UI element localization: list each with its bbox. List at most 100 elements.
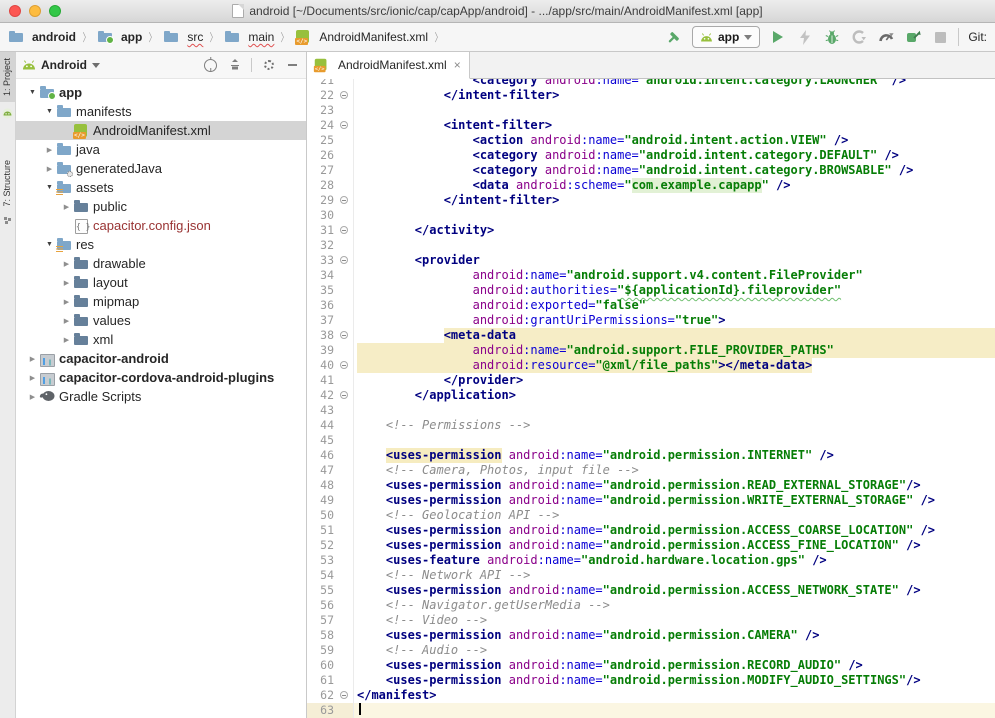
code-line-31[interactable]: 31 </activity>: [307, 223, 995, 238]
tree-toggle-icon[interactable]: ▶: [60, 260, 73, 268]
breadcrumb-item-android[interactable]: android: [6, 28, 78, 46]
tool-tab-structure[interactable]: 7: Structure: [0, 154, 15, 213]
tree-item-assets[interactable]: ▼assets: [16, 178, 306, 197]
tree-item-drawable[interactable]: ▶drawable: [16, 254, 306, 273]
fold-marker-icon[interactable]: [340, 256, 348, 264]
code-line-34[interactable]: 34 android:name="android.support.v4.cont…: [307, 268, 995, 283]
breadcrumb-item-androidmanifest-xml[interactable]: AndroidManifest.xml: [293, 28, 430, 46]
code-line-54[interactable]: 54 <!-- Network API -->: [307, 568, 995, 583]
code-line-39[interactable]: 39 android:name="android.support.FILE_PR…: [307, 343, 995, 358]
code-line-62[interactable]: 62</manifest>: [307, 688, 995, 703]
build-hammer-icon[interactable]: [665, 28, 683, 46]
code-line-21[interactable]: 21 <category android:name="android.inten…: [307, 79, 995, 88]
tree-toggle-icon[interactable]: ▼: [43, 184, 56, 191]
fold-marker-icon[interactable]: [340, 691, 348, 699]
tree-item-res[interactable]: ▼res: [16, 235, 306, 254]
tree-item-manifests[interactable]: ▼manifests: [16, 102, 306, 121]
tree-item-app[interactable]: ▼app: [16, 83, 306, 102]
tool-tab-project[interactable]: 1: Project: [0, 52, 15, 102]
code-line-35[interactable]: 35 android:authorities="${applicationId}…: [307, 283, 995, 298]
code-line-51[interactable]: 51 <uses-permission android:name="androi…: [307, 523, 995, 538]
close-tab-icon[interactable]: ×: [454, 58, 461, 72]
tree-toggle-icon[interactable]: ▶: [60, 336, 73, 344]
fold-marker-icon[interactable]: [340, 391, 348, 399]
gear-icon[interactable]: [261, 58, 276, 73]
code-line-25[interactable]: 25 <action android:name="android.intent.…: [307, 133, 995, 148]
code-line-33[interactable]: 33 <provider: [307, 253, 995, 268]
tree-toggle-icon[interactable]: ▼: [43, 241, 56, 248]
breadcrumb-item-main[interactable]: main: [222, 28, 276, 46]
profiler-icon[interactable]: [877, 28, 895, 46]
tree-item-public[interactable]: ▶public: [16, 197, 306, 216]
debug-bug-icon[interactable]: [823, 28, 841, 46]
code-line-47[interactable]: 47 <!-- Camera, Photos, input file -->: [307, 463, 995, 478]
hide-panel-icon[interactable]: [285, 58, 300, 73]
apply-changes-icon[interactable]: [796, 28, 814, 46]
code-editor[interactable]: 21 <category android:name="android.inten…: [307, 79, 995, 718]
code-line-29[interactable]: 29 </intent-filter>: [307, 193, 995, 208]
code-line-40[interactable]: 40 android:resource="@xml/file_paths"></…: [307, 358, 995, 373]
attach-debugger-icon[interactable]: [904, 28, 922, 46]
tree-toggle-icon[interactable]: ▶: [26, 374, 39, 382]
fold-marker-icon[interactable]: [340, 331, 348, 339]
tree-toggle-icon[interactable]: ▶: [26, 393, 39, 401]
structure-icon[interactable]: [4, 217, 12, 225]
code-line-27[interactable]: 27 <category android:name="android.inten…: [307, 163, 995, 178]
code-line-43[interactable]: 43: [307, 403, 995, 418]
code-line-56[interactable]: 56 <!-- Navigator.getUserMedia -->: [307, 598, 995, 613]
tree-item-androidmanifest-xml[interactable]: AndroidManifest.xml: [16, 121, 306, 140]
code-line-61[interactable]: 61 <uses-permission android:name="androi…: [307, 673, 995, 688]
code-line-45[interactable]: 45: [307, 433, 995, 448]
run-button[interactable]: [769, 28, 787, 46]
code-line-53[interactable]: 53 <uses-feature android:name="android.h…: [307, 553, 995, 568]
coverage-icon[interactable]: [850, 28, 868, 46]
android-view-icon[interactable]: [2, 106, 13, 124]
tree-item-capacitor-android[interactable]: ▶capacitor-android: [16, 349, 306, 368]
code-line-36[interactable]: 36 android:exported="false": [307, 298, 995, 313]
code-line-28[interactable]: 28 <data android:scheme="com.example.cap…: [307, 178, 995, 193]
code-line-59[interactable]: 59 <!-- Audio -->: [307, 643, 995, 658]
editor-tab-androidmanifest[interactable]: AndroidManifest.xml ×: [307, 52, 470, 79]
tree-item-values[interactable]: ▶values: [16, 311, 306, 330]
code-line-48[interactable]: 48 <uses-permission android:name="androi…: [307, 478, 995, 493]
project-view-select[interactable]: Android: [22, 58, 100, 72]
code-line-44[interactable]: 44 <!-- Permissions -->: [307, 418, 995, 433]
code-line-32[interactable]: 32: [307, 238, 995, 253]
code-line-60[interactable]: 60 <uses-permission android:name="androi…: [307, 658, 995, 673]
code-line-22[interactable]: 22 </intent-filter>: [307, 88, 995, 103]
code-line-26[interactable]: 26 <category android:name="android.inten…: [307, 148, 995, 163]
tree-item-capacitor-cordova-android-plugins[interactable]: ▶capacitor-cordova-android-plugins: [16, 368, 306, 387]
locate-file-icon[interactable]: [203, 58, 218, 73]
tree-toggle-icon[interactable]: ▶: [60, 279, 73, 287]
code-line-41[interactable]: 41 </provider>: [307, 373, 995, 388]
code-line-58[interactable]: 58 <uses-permission android:name="androi…: [307, 628, 995, 643]
zoom-window-button[interactable]: [49, 5, 61, 17]
tree-item-xml[interactable]: ▶xml: [16, 330, 306, 349]
tree-toggle-icon[interactable]: ▶: [60, 203, 73, 211]
tree-toggle-icon[interactable]: ▶: [60, 317, 73, 325]
collapse-all-icon[interactable]: [227, 58, 242, 73]
minimize-window-button[interactable]: [29, 5, 41, 17]
code-line-63[interactable]: 63: [307, 703, 995, 718]
code-line-24[interactable]: 24 <intent-filter>: [307, 118, 995, 133]
code-line-23[interactable]: 23: [307, 103, 995, 118]
code-line-57[interactable]: 57 <!-- Video -->: [307, 613, 995, 628]
tree-item-gradle-scripts[interactable]: ▶Gradle Scripts: [16, 387, 306, 406]
fold-marker-icon[interactable]: [340, 91, 348, 99]
tree-item-capacitor-config-json[interactable]: { }capacitor.config.json: [16, 216, 306, 235]
fold-marker-icon[interactable]: [340, 121, 348, 129]
breadcrumb-item-app[interactable]: app: [95, 28, 144, 46]
code-line-52[interactable]: 52 <uses-permission android:name="androi…: [307, 538, 995, 553]
tree-toggle-icon[interactable]: ▼: [43, 108, 56, 115]
tree-item-mipmap[interactable]: ▶mipmap: [16, 292, 306, 311]
tree-item-generatedjava[interactable]: ▶generatedJava: [16, 159, 306, 178]
code-line-46[interactable]: 46 <uses-permission android:name="androi…: [307, 448, 995, 463]
run-configuration-select[interactable]: app: [692, 26, 760, 48]
breadcrumb-item-src[interactable]: src: [161, 28, 205, 46]
tree-toggle-icon[interactable]: ▼: [26, 89, 39, 96]
code-line-30[interactable]: 30: [307, 208, 995, 223]
tree-item-java[interactable]: ▶java: [16, 140, 306, 159]
tree-toggle-icon[interactable]: ▶: [43, 146, 56, 154]
code-line-49[interactable]: 49 <uses-permission android:name="androi…: [307, 493, 995, 508]
code-line-42[interactable]: 42 </application>: [307, 388, 995, 403]
